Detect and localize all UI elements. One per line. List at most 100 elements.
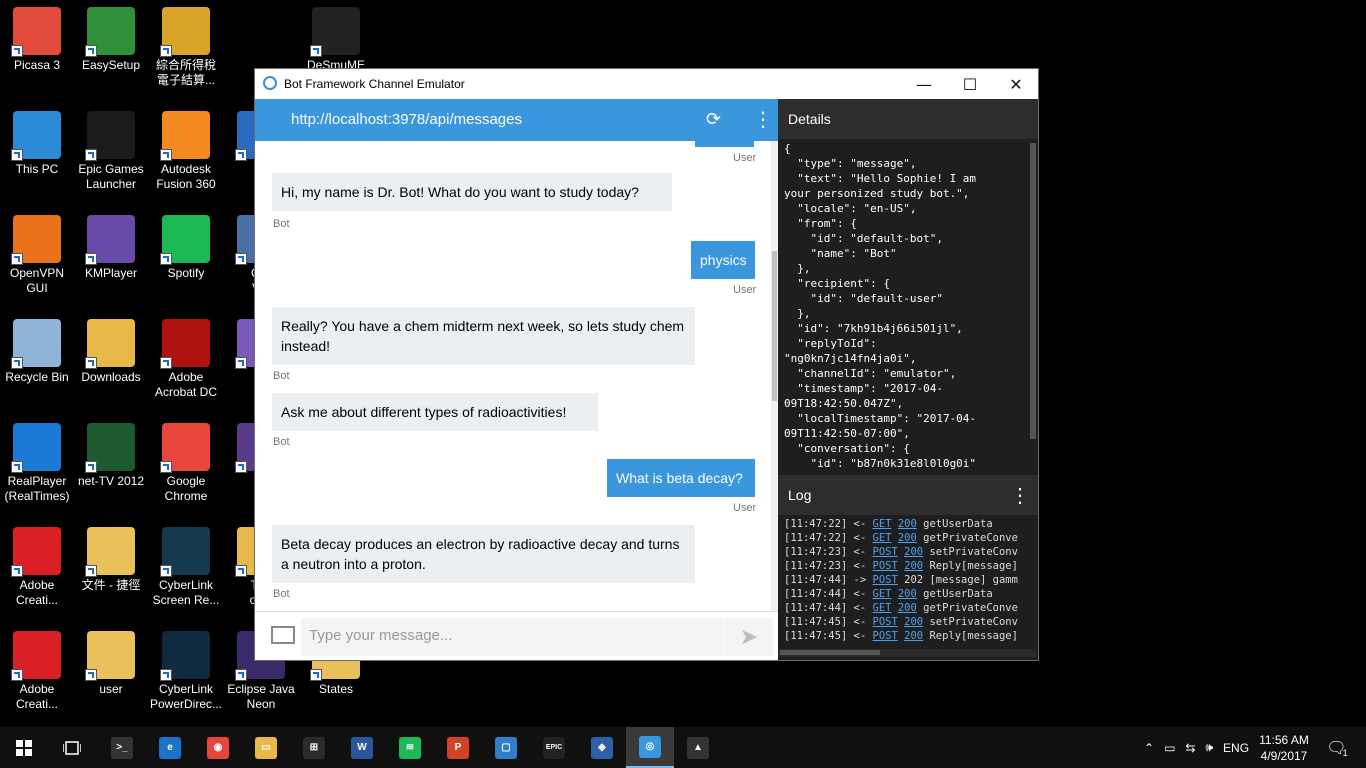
desktop-icon[interactable]: user	[75, 631, 147, 697]
json-line: "recipient": {	[784, 277, 890, 290]
refresh-icon[interactable]: ⟳	[706, 109, 721, 130]
endpoint-url[interactable]: http://localhost:3978/api/messages	[291, 111, 522, 128]
desktop-icon[interactable]: 文件 - 捷徑	[75, 527, 147, 593]
taskbar-app-powerpoint[interactable]: P	[434, 727, 482, 768]
log-code[interactable]: 200	[898, 532, 917, 544]
taskbar-app-epic-games[interactable]: EPIC	[530, 727, 578, 768]
log-method[interactable]: POST	[873, 546, 898, 558]
log-code[interactable]: 200	[904, 630, 923, 642]
desktop-icon-label: This PC	[15, 162, 59, 176]
chat-scrollbar[interactable]	[771, 141, 778, 611]
language-indicator[interactable]: ENG	[1223, 741, 1249, 755]
desktop-icon[interactable]: 綜合所得稅 電子結算...	[150, 7, 222, 88]
desktop-icon[interactable]: This PC	[1, 111, 73, 177]
taskbar-app-chrome[interactable]: ◉	[194, 727, 242, 768]
log-code[interactable]: 200	[898, 602, 917, 614]
send-icon[interactable]: ➤	[725, 618, 773, 656]
taskbar-app-file-explorer[interactable]: ▭	[242, 727, 290, 768]
desktop-icon[interactable]: Spotify	[150, 215, 222, 281]
details-scrollbar[interactable]	[1030, 143, 1036, 439]
shortcut-arrow-icon	[235, 461, 247, 473]
taskbar-app-edge[interactable]: e	[146, 727, 194, 768]
desktop-icon-label: Adobe Creati...	[15, 578, 58, 607]
title-bar[interactable]: Bot Framework Channel Emulator — ☐ ✕	[255, 69, 1038, 99]
taskbar-app-word[interactable]: W	[338, 727, 386, 768]
desktop-icon[interactable]: Autodesk Fusion 360	[150, 111, 222, 192]
taskbar-app-command-prompt[interactable]: >_	[98, 727, 146, 768]
log-code[interactable]: 200	[904, 546, 923, 558]
desktop-icon[interactable]: DeSmuME	[300, 7, 372, 73]
desktop-icon[interactable]: Adobe Creati...	[1, 631, 73, 712]
desktop-icon[interactable]: Downloads	[75, 319, 147, 385]
desktop-icon-label: CyberLink PowerDirec...	[150, 682, 223, 711]
action-center-button[interactable]: 🗨 1	[1322, 727, 1352, 768]
battery-icon[interactable]: ▭	[1164, 741, 1175, 755]
log-text: getUserData	[923, 588, 993, 600]
shortcut-arrow-icon	[235, 669, 247, 681]
log-method[interactable]: GET	[873, 532, 892, 544]
taskbar-app-store[interactable]: ⊞	[290, 727, 338, 768]
message-input[interactable]: Type your message...	[301, 618, 724, 656]
log-scrollbar[interactable]	[778, 649, 1036, 657]
desktop-icon[interactable]: Picasa 3	[1, 7, 73, 73]
taskbar-app-bot-emulator[interactable]: ◎	[626, 727, 674, 768]
desktop-icon-label: 綜合所得稅 電子結算...	[155, 58, 216, 87]
start-button[interactable]	[0, 727, 48, 768]
details-header: Details	[778, 99, 1038, 139]
taskbar-app-photos[interactable]: ▲	[674, 727, 722, 768]
system-tray: ⌃ ▭ ⇆ 🕪 ENG	[1144, 727, 1249, 768]
log-method[interactable]: POST	[873, 630, 898, 642]
desktop-icon[interactable]: EasySetup	[75, 7, 147, 73]
log-method[interactable]: GET	[873, 588, 892, 600]
minimize-button[interactable]: —	[901, 69, 947, 99]
scrollbar-thumb[interactable]	[772, 251, 777, 401]
desktop-icon[interactable]: CyberLink Screen Re...	[150, 527, 222, 608]
app-icon	[160, 319, 210, 369]
chevron-up-icon[interactable]: ⌃	[1144, 741, 1154, 755]
desktop-icon[interactable]: KMPlayer	[75, 215, 147, 281]
desktop-icon[interactable]: Recycle Bin	[1, 319, 73, 385]
log-code[interactable]: 200	[898, 588, 917, 600]
desktop-icon[interactable]: Adobe Creati...	[1, 527, 73, 608]
desktop-icon[interactable]: Google Chrome	[150, 423, 222, 504]
scrollbar-thumb[interactable]	[780, 650, 880, 655]
more-options-icon[interactable]: ⋮	[753, 107, 773, 131]
log-dir: <-	[853, 532, 867, 544]
clock-time: 11:56 AM	[1259, 732, 1309, 747]
volume-icon[interactable]: 🕪	[1205, 740, 1213, 755]
edge-icon: e	[159, 736, 181, 759]
desktop-icon[interactable]: Adobe Acrobat DC	[150, 319, 222, 400]
log-method[interactable]: GET	[873, 602, 892, 614]
close-button[interactable]: ✕	[993, 69, 1039, 99]
user-message-bubble: What is beta decay?	[607, 459, 755, 497]
attach-image-icon[interactable]	[271, 626, 295, 644]
log-method[interactable]: POST	[873, 574, 898, 586]
desktop-icon-label: Autodesk Fusion 360	[156, 162, 216, 191]
taskbar-app-virtualbox[interactable]: ◈	[578, 727, 626, 768]
desktop-icon[interactable]: RealPlayer (RealTimes)	[1, 423, 73, 504]
user-message-bubble	[695, 141, 754, 147]
desktop-icon[interactable]: OpenVPN GUI	[1, 215, 73, 296]
json-line: "id": "default-user"	[784, 292, 943, 305]
log-code[interactable]: 200	[898, 518, 917, 530]
log-menu-icon[interactable]: ⋮	[1010, 483, 1030, 508]
network-icon[interactable]: ⇆	[1185, 741, 1195, 755]
shortcut-arrow-icon	[235, 253, 247, 265]
details-json[interactable]: { "type": "message", "text": "Hello Soph…	[784, 141, 1030, 473]
desktop-icon[interactable]: net-TV 2012	[75, 423, 147, 489]
maximize-button[interactable]: ☐	[947, 69, 993, 99]
app-icon	[11, 319, 61, 369]
taskbar-app-app-frame[interactable]: ▢	[482, 727, 530, 768]
task-view-button[interactable]	[48, 727, 96, 768]
log-dir: <-	[853, 518, 867, 530]
json-line: "replyToId":	[784, 337, 877, 350]
log-code[interactable]: 200	[904, 560, 923, 572]
desktop-icon[interactable]: CyberLink PowerDirec...	[150, 631, 222, 712]
log-method[interactable]: POST	[873, 616, 898, 628]
log-code[interactable]: 200	[904, 616, 923, 628]
taskbar-app-spotify[interactable]: ≋	[386, 727, 434, 768]
clock[interactable]: 11:56 AM 4/9/2017	[1252, 727, 1316, 768]
desktop-icon[interactable]: Epic Games Launcher	[75, 111, 147, 192]
log-method[interactable]: POST	[873, 560, 898, 572]
log-method[interactable]: GET	[873, 518, 892, 530]
